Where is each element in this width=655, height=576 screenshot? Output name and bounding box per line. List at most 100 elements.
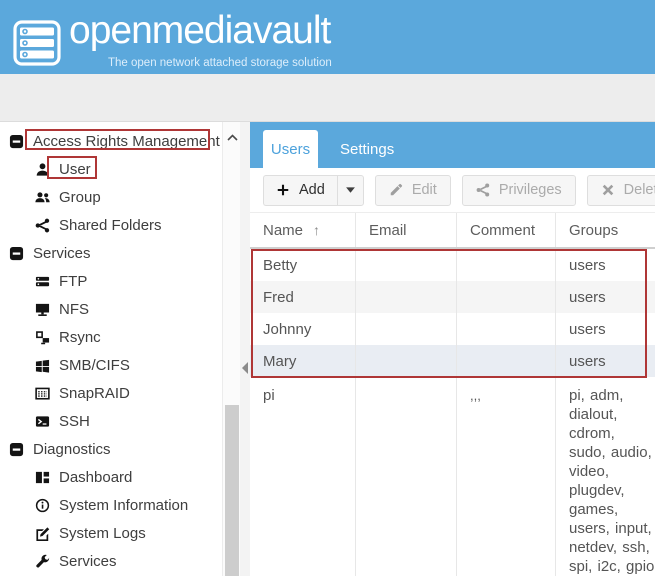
cell-comment: ,,, <box>457 377 556 576</box>
collapse-icon[interactable] <box>9 134 24 149</box>
group-icon <box>35 190 50 205</box>
sidebar-item-label: SSH <box>59 413 90 430</box>
pencil-icon <box>389 183 403 197</box>
sidebar-scrollbar[interactable] <box>222 122 240 576</box>
brand-title: openmediavault <box>69 9 330 53</box>
sidebar-item-ssh[interactable]: SSH <box>0 407 222 435</box>
add-button-group: Add <box>263 175 364 206</box>
column-header-comment[interactable]: Comment <box>457 213 556 247</box>
sidebar-item-nfs[interactable]: NFS <box>0 295 222 323</box>
table-row-johnny[interactable]: Johnny users <box>250 313 655 345</box>
share-icon <box>35 218 50 233</box>
tab-users[interactable]: Users <box>263 130 318 168</box>
table-row-betty[interactable]: Betty users <box>250 249 655 281</box>
sidebar-item-label: Rsync <box>59 329 101 346</box>
logs-icon <box>35 526 50 541</box>
sidebar-item-label: Services <box>59 553 117 570</box>
splitter-collapse-icon[interactable] <box>242 362 248 374</box>
column-header-email[interactable]: Email <box>356 213 457 247</box>
cell-groups: users <box>556 249 655 281</box>
table-row-pi[interactable]: pi ,,, pi, adm, dialout, cdrom, sudo, au… <box>250 377 655 576</box>
cell-name: Johnny <box>250 313 356 345</box>
table-row-fred[interactable]: Fred users <box>250 281 655 313</box>
edit-button-label: Edit <box>412 182 437 198</box>
add-button-label: Add <box>299 182 325 198</box>
terminal-icon <box>35 414 50 429</box>
omv-logo-icon <box>13 20 61 66</box>
cell-email <box>356 345 457 377</box>
app-window: openmediavault The open network attached… <box>0 0 655 576</box>
sidebar-item-group[interactable]: Group <box>0 183 222 211</box>
sidebar-item-label: Diagnostics <box>33 441 111 458</box>
app-header: openmediavault The open network attached… <box>0 0 655 74</box>
cell-email <box>356 313 457 345</box>
cell-groups: pi, adm, dialout, cdrom, sudo, audio, vi… <box>556 377 655 576</box>
collapse-icon[interactable] <box>9 442 24 457</box>
sidebar-item-label: System Information <box>59 497 188 514</box>
sidebar-item-dashboard[interactable]: Dashboard <box>0 463 222 491</box>
rsync-icon <box>35 330 50 345</box>
column-label: Email <box>369 222 407 239</box>
share-icon <box>476 183 490 197</box>
column-label: Comment <box>470 222 535 239</box>
sidebar-nav: Access Rights Management User Group Shar… <box>0 122 222 576</box>
sidebar-item-user[interactable]: User <box>0 155 222 183</box>
sidebar-item-rsync[interactable]: Rsync <box>0 323 222 351</box>
cell-email <box>356 377 457 576</box>
sidebar-item-label: SnapRAID <box>59 385 130 402</box>
sidebar-item-snapraid[interactable]: SnapRAID <box>0 379 222 407</box>
cell-name: Betty <box>250 249 356 281</box>
caret-down-icon <box>346 187 355 193</box>
cell-name: Mary <box>250 345 356 377</box>
sidebar-item-label: User <box>59 161 91 178</box>
cell-email <box>356 281 457 313</box>
sidebar-item-label: Services <box>33 245 91 262</box>
scrollbar-thumb[interactable] <box>225 405 239 576</box>
sidebar-item-label: Access Rights Management <box>33 133 220 150</box>
add-dropdown-button[interactable] <box>337 175 364 206</box>
windows-icon <box>35 358 50 373</box>
cell-comment <box>457 249 556 281</box>
privileges-button[interactable]: Privileges <box>462 175 576 206</box>
sidebar-item-shared-folders[interactable]: Shared Folders <box>0 211 222 239</box>
panel-splitter[interactable] <box>240 122 250 576</box>
sidebar-item-label: Shared Folders <box>59 217 162 234</box>
sidebar-item-diagnostics-section[interactable]: Diagnostics <box>0 435 222 463</box>
sidebar-item-label: SMB/CIFS <box>59 357 130 374</box>
column-header-name[interactable]: Name ↑ <box>250 213 356 247</box>
toolbar: Add Edit Privileges Delete <box>250 168 655 212</box>
cell-groups: users <box>556 281 655 313</box>
times-icon <box>601 183 615 197</box>
sidebar-item-label: System Logs <box>59 525 146 542</box>
sidebar-item-label: Group <box>59 189 101 206</box>
cell-comment <box>457 345 556 377</box>
cell-name: pi <box>250 377 356 576</box>
sidebar-item-services-diagnostics[interactable]: Services <box>0 547 222 575</box>
grid-icon <box>35 386 50 401</box>
user-icon <box>35 162 50 177</box>
column-header-groups[interactable]: Groups <box>556 213 655 247</box>
sidebar-item-access-rights-management[interactable]: Access Rights Management <box>0 127 222 155</box>
scroll-up-icon[interactable] <box>227 128 238 146</box>
edit-button[interactable]: Edit <box>375 175 451 206</box>
sidebar-item-smb-cifs[interactable]: SMB/CIFS <box>0 351 222 379</box>
sidebar-item-label: Dashboard <box>59 469 132 486</box>
sidebar-item-services-section[interactable]: Services <box>0 239 222 267</box>
tab-bar: Users Settings <box>250 122 655 168</box>
add-button[interactable]: Add <box>263 175 337 206</box>
wrench-icon <box>35 554 50 569</box>
collapse-icon[interactable] <box>9 246 24 261</box>
sort-asc-icon: ↑ <box>313 222 320 238</box>
dashboard-icon <box>35 470 50 485</box>
delete-button[interactable]: Delete <box>587 175 655 206</box>
sidebar-item-system-logs[interactable]: System Logs <box>0 519 222 547</box>
brand-tagline: The open network attached storage soluti… <box>108 57 332 69</box>
sidebar-item-system-information[interactable]: System Information <box>0 491 222 519</box>
cell-email <box>356 249 457 281</box>
table-row-mary[interactable]: Mary users <box>250 345 655 377</box>
tab-settings[interactable]: Settings <box>330 130 404 168</box>
sidebar-item-ftp[interactable]: FTP <box>0 267 222 295</box>
cell-name: Fred <box>250 281 356 313</box>
cell-groups: users <box>556 313 655 345</box>
cell-groups: users <box>556 345 655 377</box>
